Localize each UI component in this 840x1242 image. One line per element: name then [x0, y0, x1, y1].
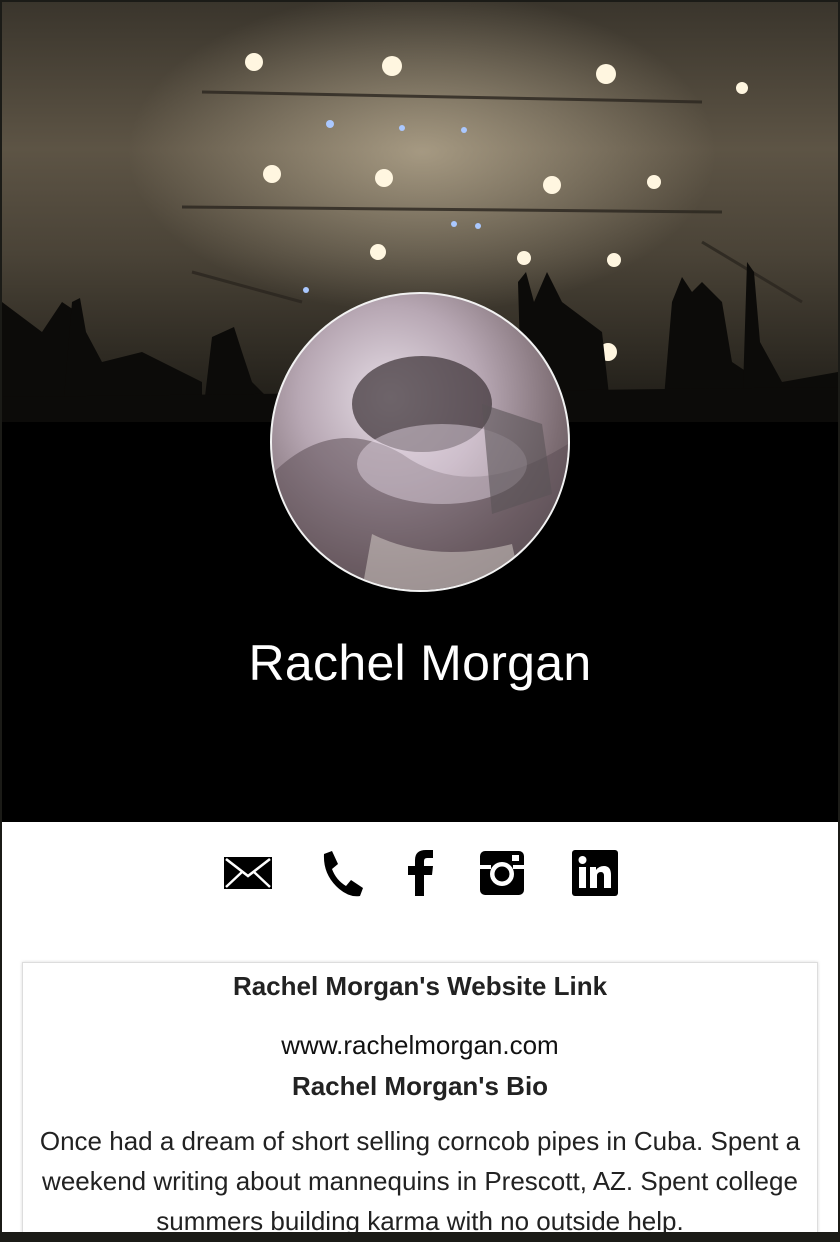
contact-icons-bar	[2, 848, 838, 900]
envelope-icon[interactable]	[223, 848, 273, 898]
phone-icon[interactable]	[318, 848, 364, 898]
facebook-icon[interactable]	[406, 848, 436, 898]
profile-name: Rachel Morgan	[248, 635, 592, 691]
website-heading: Rachel Morgan's Website Link	[232, 971, 608, 1001]
linkedin-icon[interactable]	[571, 848, 619, 898]
bio-heading: Rachel Morgan's Bio	[291, 1071, 549, 1101]
profile-card: Rachel Morgan Rachel Morgan's Website Li…	[2, 2, 838, 1232]
info-panel: Rachel Morgan's Website Link www.rachelm…	[22, 962, 818, 1232]
avatar	[270, 292, 570, 592]
instagram-icon[interactable]	[478, 848, 526, 898]
bio-text: Once had a dream of short selling cornco…	[39, 1126, 801, 1232]
website-link[interactable]: www.rachelmorgan.com	[281, 1030, 558, 1061]
